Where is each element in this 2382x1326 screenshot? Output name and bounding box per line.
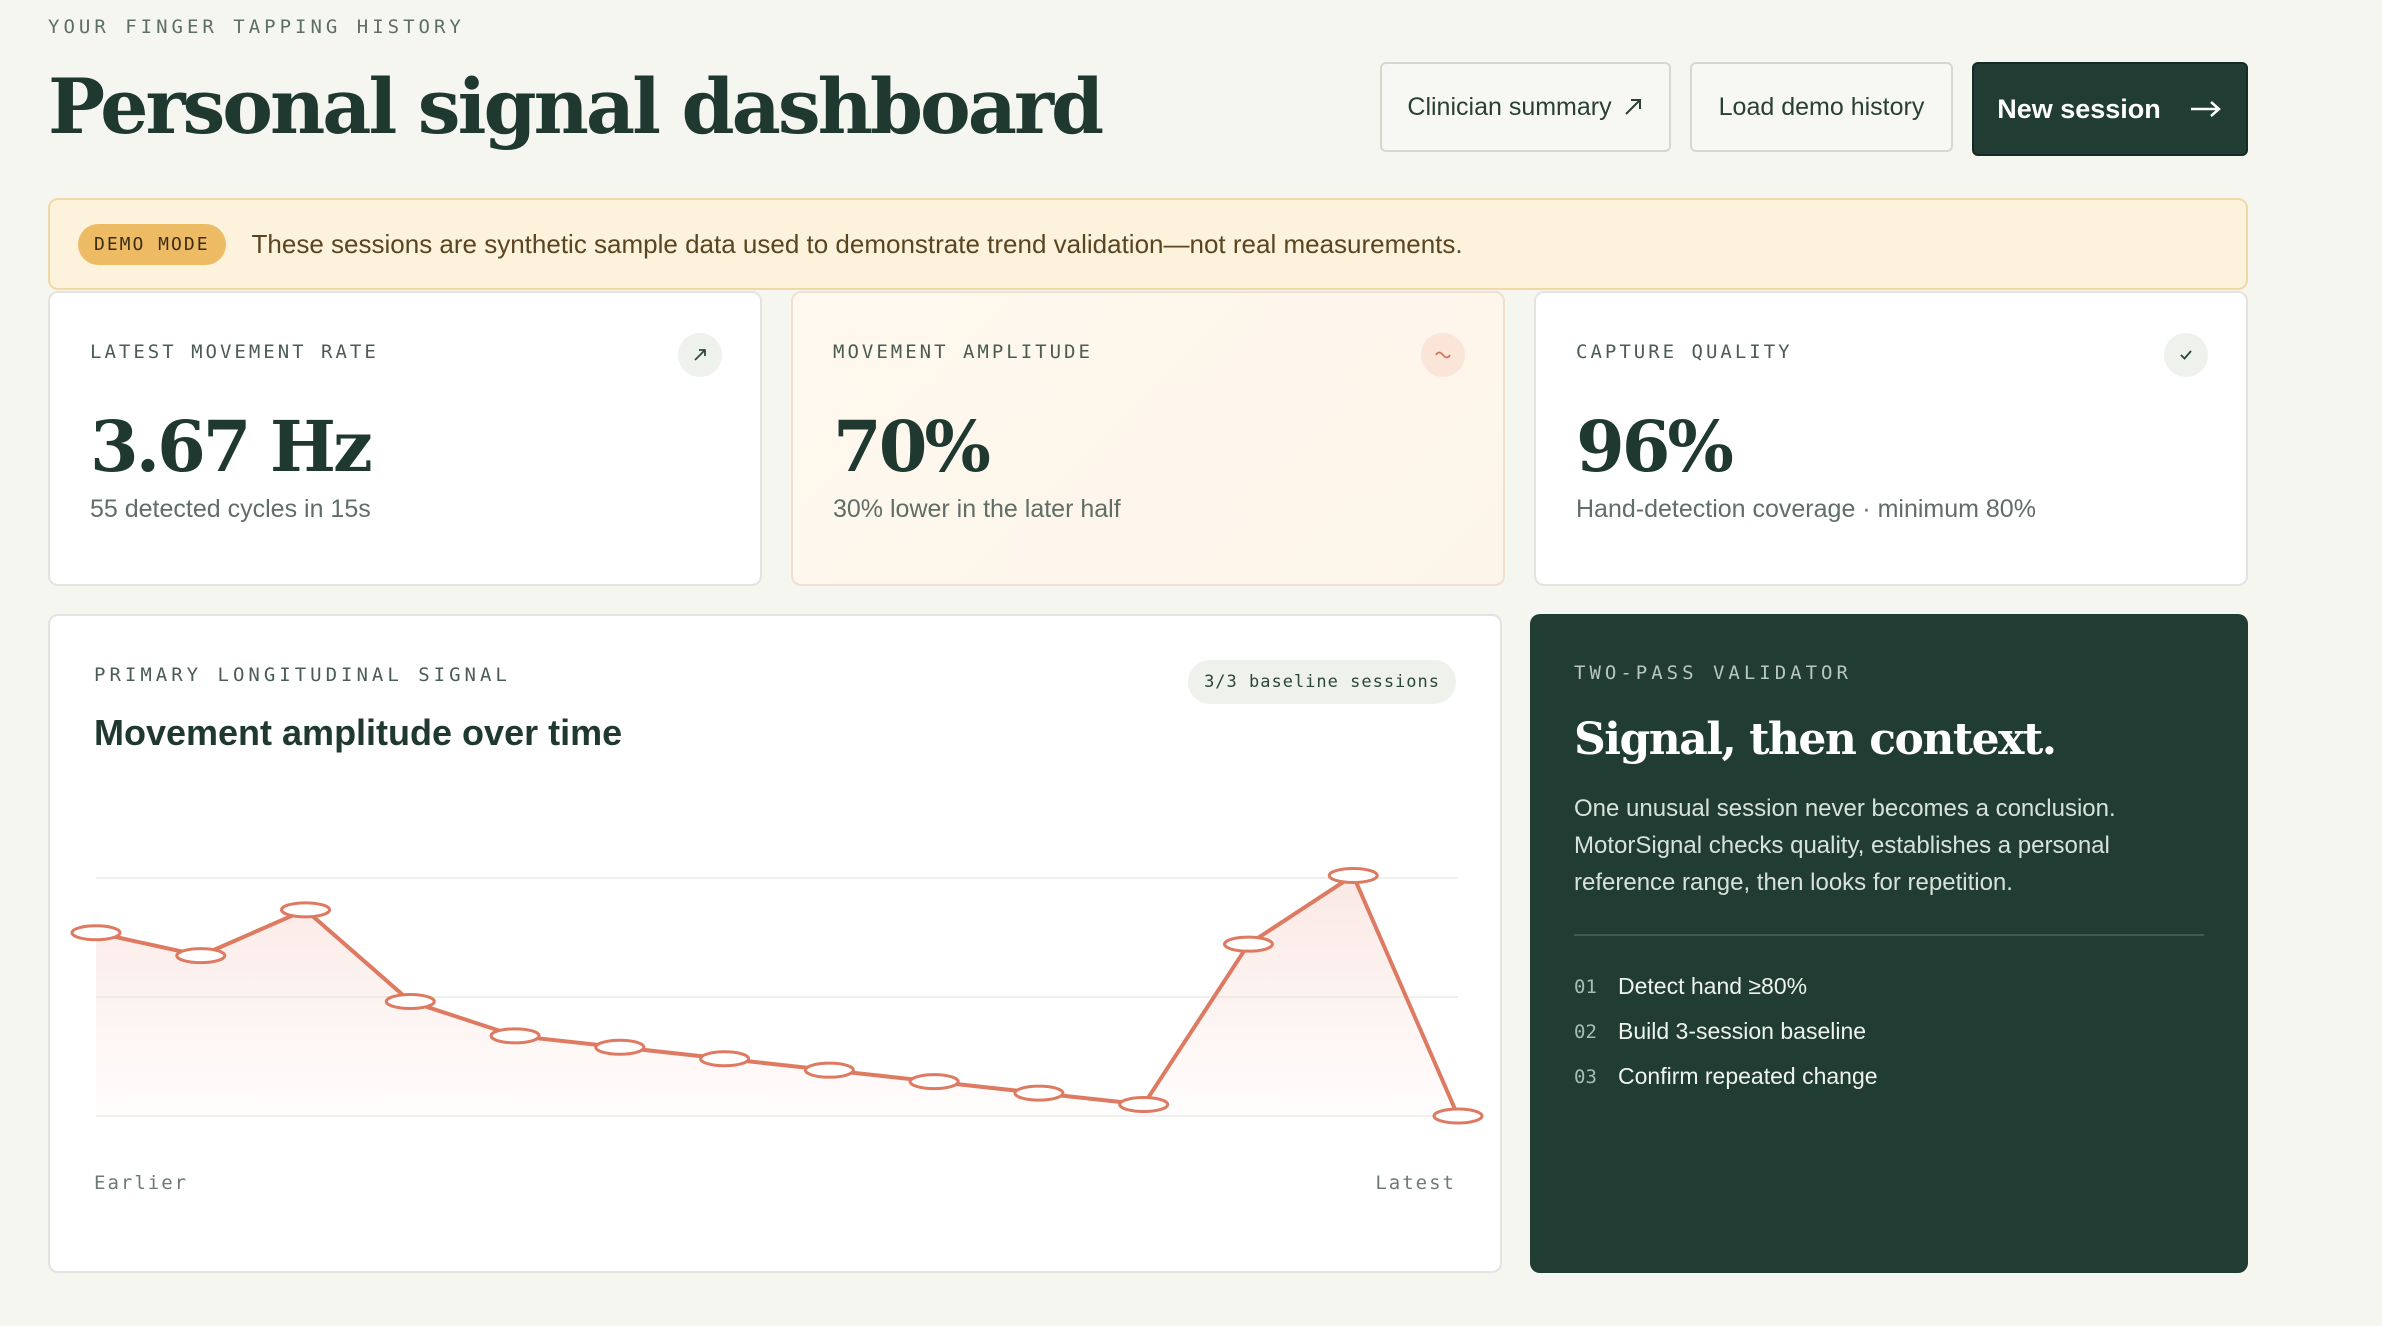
trend-up-icon [678,333,722,377]
amplitude-chart-card: PRIMARY LONGITUDINAL SIGNAL Movement amp… [48,614,1502,1273]
step-number: 03 [1574,1065,1597,1088]
stat-label: LATEST MOVEMENT RATE [90,341,379,363]
stat-card-movement-rate: LATEST MOVEMENT RATE 3.67 Hz 55 detected… [48,291,762,586]
data-point-8[interactable] [803,1061,855,1079]
two-pass-validator-panel: TWO-PASS VALIDATOR Signal, then context.… [1530,614,2248,1273]
data-point-11[interactable] [1118,1096,1170,1114]
data-point-6[interactable] [594,1038,646,1056]
data-point-14[interactable] [1432,1107,1484,1125]
load-demo-history-button[interactable]: Load demo history [1690,62,1953,152]
page-eyebrow: YOUR FINGER TAPPING HISTORY [48,16,465,38]
data-point-13[interactable] [1327,866,1379,884]
step-number: 01 [1574,975,1597,998]
data-point-4[interactable] [384,992,436,1010]
validator-description: One unusual session never becomes a conc… [1574,795,2116,896]
validator-step: 03 Confirm repeated change [1574,1054,1878,1099]
data-point-3[interactable] [280,901,332,919]
data-point-2[interactable] [175,947,227,965]
load-demo-history-label: Load demo history [1718,92,1925,121]
stat-value: 70% [833,405,991,488]
stat-label: MOVEMENT AMPLITUDE [833,341,1093,363]
stat-value: 96% [1576,405,1734,488]
page-title: Personal signal dashboard [48,62,1104,151]
stat-card-capture-quality: CAPTURE QUALITY 96% Hand-detection cover… [1534,291,2248,586]
data-point-7[interactable] [699,1050,751,1068]
demo-mode-text: These sessions are synthetic sample data… [251,228,1463,259]
validator-step: 02 Build 3-session baseline [1574,1009,1878,1054]
validator-step: 01 Detect hand ≥80% [1574,964,1878,1009]
clinician-summary-button[interactable]: Clinician summary [1380,62,1671,152]
new-session-button[interactable]: New session [1972,62,2248,156]
step-text: Confirm repeated change [1618,1063,1878,1089]
validator-steps: 01 Detect hand ≥80% 02 Build 3-session b… [1574,964,1878,1099]
data-point-12[interactable] [1222,935,1274,953]
step-text: Build 3-session baseline [1618,1018,1867,1044]
stat-subtext: 30% lower in the later half [833,495,1121,523]
step-text: Detect hand ≥80% [1618,973,1808,999]
check-icon [2164,333,2208,377]
clinician-summary-label: Clinician summary [1407,92,1612,121]
wave-icon [1421,333,1465,377]
step-number: 02 [1574,1020,1597,1043]
x-axis-start-label: Earlier [94,1172,189,1194]
data-point-5[interactable] [489,1027,541,1045]
arrow-right-icon [2190,101,2221,117]
stat-value: 3.67 Hz [90,405,373,488]
demo-mode-banner: DEMO MODE These sessions are synthetic s… [48,198,2248,290]
validator-title: Signal, then context. [1574,714,2057,765]
new-session-label: New session [1997,93,2161,124]
demo-mode-badge: DEMO MODE [78,223,226,265]
data-point-9[interactable] [908,1073,960,1091]
external-arrow-icon [1624,99,1641,115]
stat-subtext: 55 detected cycles in 15s [90,495,371,523]
data-point-10[interactable] [1013,1084,1065,1102]
stat-subtext: Hand-detection coverage · minimum 80% [1576,495,2036,523]
validator-eyebrow: TWO-PASS VALIDATOR [1574,662,1852,684]
validator-divider [1574,934,2204,936]
x-axis-end-label: Latest [1375,1172,1456,1194]
data-point-1[interactable] [70,924,122,942]
stat-label: CAPTURE QUALITY [1576,341,1793,363]
amplitude-line-chart [70,866,1484,1125]
stat-card-movement-amplitude: MOVEMENT AMPLITUDE 70% 30% lower in the … [791,291,1505,586]
